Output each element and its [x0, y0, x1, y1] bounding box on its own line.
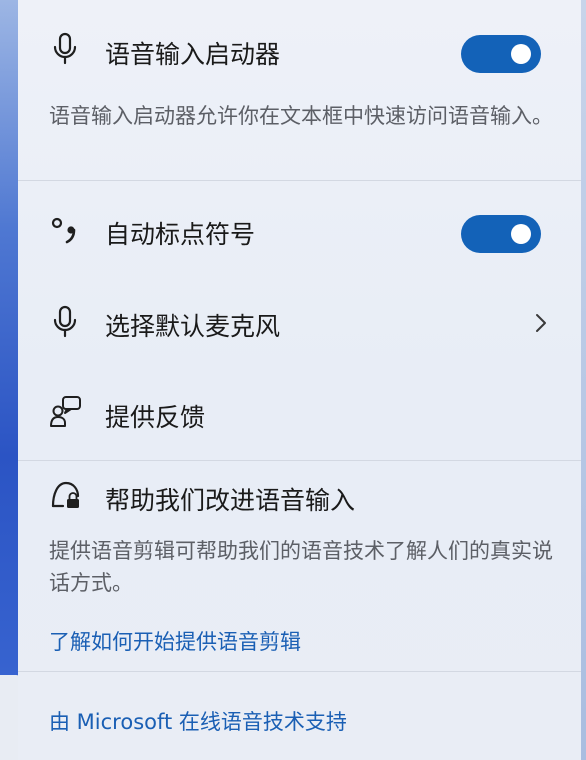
- auto-punctuation-label: 自动标点符号: [105, 220, 256, 249]
- online-speech-link[interactable]: 由 Microsoft 在线语音技术支持: [49, 706, 347, 736]
- improve-section: 帮助我们改进语音输入 提供语音剪辑可帮助我们的语音技术了解人们的真实说话方式。 …: [18, 461, 581, 671]
- voice-launcher-label: 语音输入启动器: [105, 40, 281, 69]
- desktop-wallpaper: [0, 0, 20, 760]
- auto-punctuation-toggle[interactable]: [461, 215, 541, 253]
- feedback-row[interactable]: 提供反馈: [18, 368, 581, 458]
- voice-launcher-row: 语音输入启动器 语音输入启动器允许你在文本框中快速访问语音输入。: [18, 0, 581, 180]
- punctuation-icon: [51, 217, 76, 244]
- microphone-icon: [53, 305, 77, 338]
- chevron-right-icon: [536, 314, 546, 332]
- footer-row: 由 Microsoft 在线语音技术支持: [18, 672, 581, 760]
- choose-mic-label: 选择默认麦克风: [105, 312, 281, 341]
- toggle-knob: [511, 44, 531, 64]
- voice-launcher-toggle[interactable]: [461, 35, 541, 73]
- improve-label: 帮助我们改进语音输入: [105, 486, 356, 515]
- choose-mic-row[interactable]: 选择默认麦克风: [18, 276, 581, 368]
- voice-typing-settings-panel: 语音输入启动器 语音输入启动器允许你在文本框中快速访问语音输入。 自动标点符号 …: [18, 0, 581, 760]
- voice-launcher-description: 语音输入启动器允许你在文本框中快速访问语音输入。: [49, 104, 553, 128]
- improve-description: 提供语音剪辑可帮助我们的语音技术了解人们的真实说话方式。: [49, 539, 553, 595]
- microphone-icon: [53, 32, 77, 65]
- toggle-knob: [511, 224, 531, 244]
- privacy-lock-icon: [51, 481, 80, 508]
- feedback-label: 提供反馈: [105, 403, 206, 432]
- feedback-icon: [50, 396, 81, 427]
- learn-voice-clips-link[interactable]: 了解如何开始提供语音剪辑: [49, 626, 301, 656]
- auto-punctuation-row[interactable]: 自动标点符号: [18, 181, 581, 271]
